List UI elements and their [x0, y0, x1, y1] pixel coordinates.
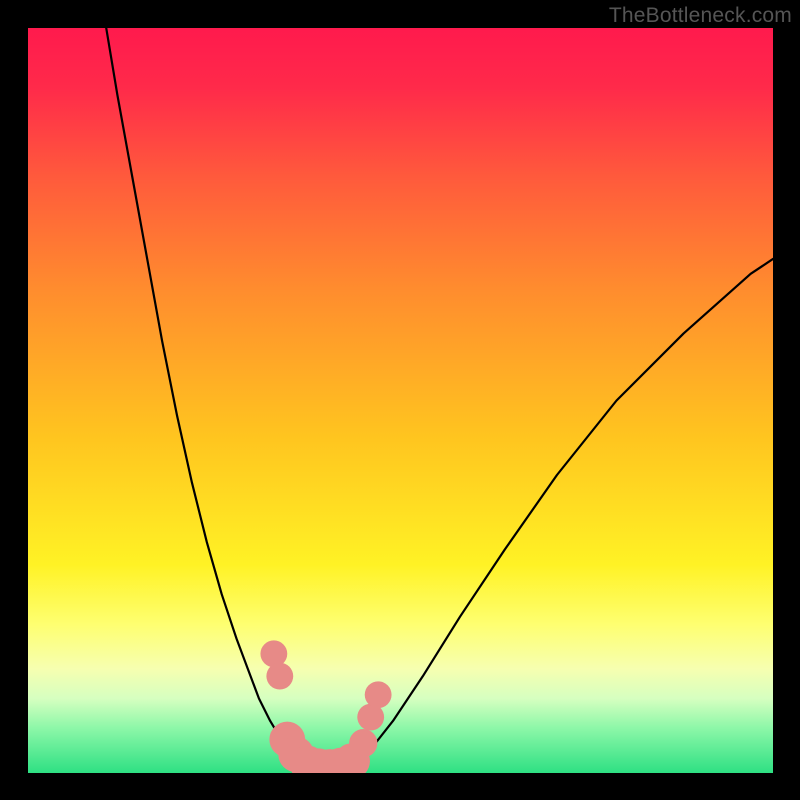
chart-plot-area	[28, 28, 773, 773]
data-marker	[365, 681, 392, 708]
chart-svg	[28, 28, 773, 773]
data-marker	[349, 729, 377, 757]
watermark-label: TheBottleneck.com	[609, 4, 792, 28]
chart-frame: TheBottleneck.com	[0, 0, 800, 800]
data-marker	[266, 663, 293, 690]
chart-background	[28, 28, 773, 773]
